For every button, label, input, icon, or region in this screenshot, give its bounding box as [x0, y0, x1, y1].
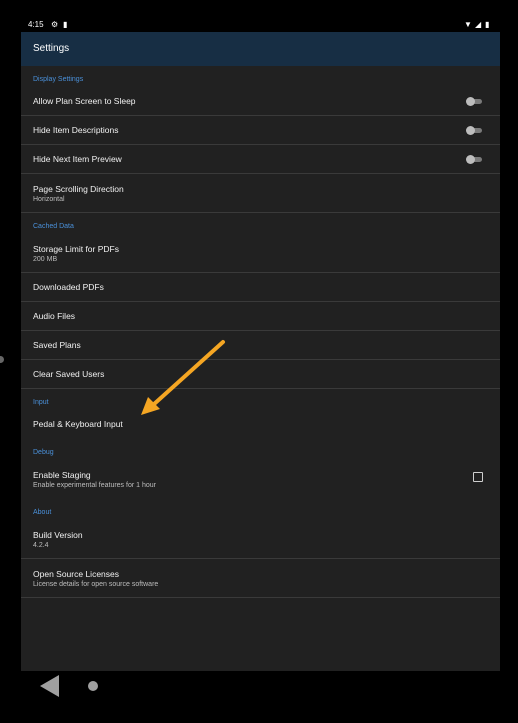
setting-storage-limit-pdfs[interactable]: Storage Limit for PDFs 200 MB	[21, 234, 500, 273]
setting-value: 4.2.4	[33, 542, 49, 549]
setting-value: 200 MB	[33, 256, 58, 263]
side-indicator-dot	[0, 356, 4, 363]
allow-sleep-toggle[interactable]	[466, 97, 482, 106]
setting-label: Hide Next Item Preview	[33, 154, 122, 164]
sd-card-icon: ▮	[63, 20, 68, 29]
settings-icon: ⚙	[51, 20, 59, 29]
wifi-icon: ▼	[464, 20, 472, 29]
device-screen: 4:15 ⚙ ▮ ▼ ◢ ▮ Settings Display Settings…	[21, 18, 500, 671]
setting-label: Page Scrolling Direction	[33, 184, 124, 194]
battery-icon: ▮	[485, 20, 490, 29]
setting-allow-plan-screen-sleep[interactable]: Allow Plan Screen to Sleep	[21, 87, 500, 116]
setting-label: Pedal & Keyboard Input	[33, 419, 123, 429]
setting-description: License details for open source software	[33, 581, 159, 588]
home-icon[interactable]	[88, 681, 98, 691]
status-bar: 4:15 ⚙ ▮ ▼ ◢ ▮	[21, 18, 500, 32]
hide-descriptions-toggle[interactable]	[466, 126, 482, 135]
back-icon[interactable]	[40, 675, 59, 697]
setting-open-source-licenses[interactable]: Open Source Licenses License details for…	[21, 559, 500, 598]
setting-saved-plans[interactable]: Saved Plans	[21, 331, 500, 360]
setting-label: Open Source Licenses	[33, 569, 119, 579]
section-header-about: About	[33, 509, 52, 516]
setting-clear-saved-users[interactable]: Clear Saved Users	[21, 360, 500, 389]
status-time: 4:15	[28, 20, 44, 29]
setting-build-version[interactable]: Build Version 4.2.4	[21, 520, 500, 559]
setting-downloaded-pdfs[interactable]: Downloaded PDFs	[21, 273, 500, 302]
app-bar: Settings	[21, 32, 500, 66]
setting-label: Hide Item Descriptions	[33, 125, 119, 135]
enable-staging-checkbox[interactable]	[473, 472, 483, 482]
setting-label: Build Version	[33, 530, 83, 540]
setting-hide-item-descriptions[interactable]: Hide Item Descriptions	[21, 116, 500, 145]
setting-label: Allow Plan Screen to Sleep	[33, 96, 136, 106]
setting-label: Audio Files	[33, 311, 76, 321]
section-header-cached-data: Cached Data	[33, 223, 74, 230]
setting-label: Clear Saved Users	[33, 369, 105, 379]
hide-preview-toggle[interactable]	[466, 155, 482, 164]
setting-description: Enable experimental features for 1 hour	[33, 482, 156, 489]
setting-label: Storage Limit for PDFs	[33, 244, 119, 254]
setting-label: Saved Plans	[33, 340, 81, 350]
settings-list: Display Settings Allow Plan Screen to Sl…	[21, 66, 500, 598]
setting-page-scrolling-direction[interactable]: Page Scrolling Direction Horizontal	[21, 174, 500, 213]
page-title: Settings	[33, 43, 70, 54]
setting-audio-files[interactable]: Audio Files	[21, 302, 500, 331]
section-header-display: Display Settings	[33, 76, 84, 83]
setting-label: Enable Staging	[33, 470, 91, 480]
setting-enable-staging[interactable]: Enable Staging Enable experimental featu…	[21, 460, 500, 499]
navigation-bar	[0, 671, 518, 723]
setting-pedal-keyboard-input[interactable]: Pedal & Keyboard Input	[21, 410, 500, 439]
setting-value: Horizontal	[33, 196, 65, 203]
section-header-debug: Debug	[33, 449, 54, 456]
signal-icon: ◢	[475, 20, 482, 29]
section-header-input: Input	[33, 399, 49, 406]
setting-label: Downloaded PDFs	[33, 282, 104, 292]
setting-hide-next-item-preview[interactable]: Hide Next Item Preview	[21, 145, 500, 174]
